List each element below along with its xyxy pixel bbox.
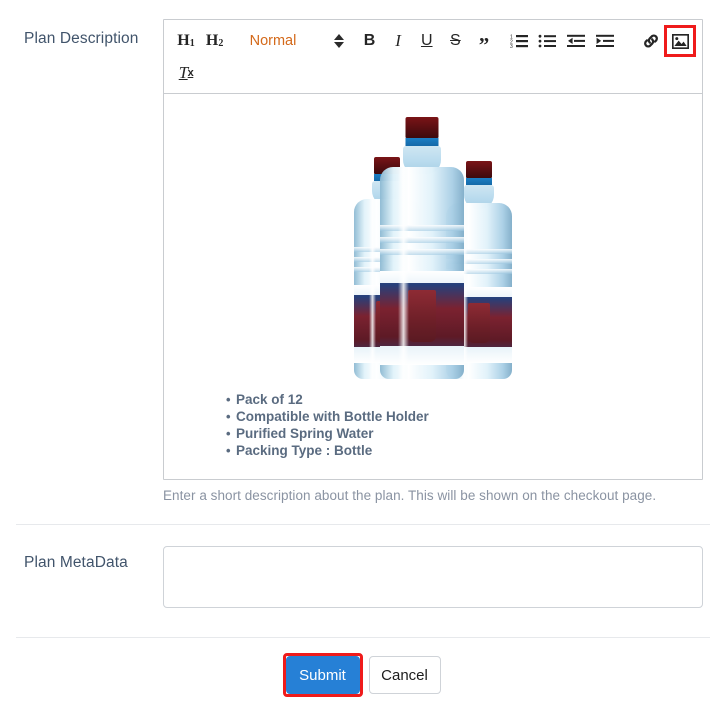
list-item: Packing Type : Bottle — [178, 442, 688, 459]
product-image — [178, 104, 688, 379]
heading1-button[interactable]: H1 — [173, 28, 199, 54]
description-bullet-list: Pack of 12 Compatible with Bottle Holder… — [178, 391, 688, 459]
section-divider — [16, 524, 710, 525]
plan-metadata-input[interactable] — [163, 546, 703, 608]
italic-button[interactable]: I — [385, 28, 411, 54]
cancel-button[interactable]: Cancel — [369, 656, 441, 694]
plan-description-row: Plan Description H1 H2 Normal — [0, 0, 726, 505]
editor-toolbar: H1 H2 Normal B I — [164, 20, 702, 94]
format-select-value: Normal — [250, 33, 297, 49]
plan-metadata-label-cell: Plan MetaData — [0, 538, 163, 573]
list-item: Compatible with Bottle Holder — [178, 408, 688, 425]
water-bottles-illustration — [354, 117, 512, 379]
heading2-button[interactable]: H2 — [202, 28, 228, 54]
plan-metadata-control-cell — [163, 538, 704, 613]
svg-text:3: 3 — [510, 44, 513, 49]
list-item: Purified Spring Water — [178, 425, 688, 442]
editor-toolbar-row-1: H1 H2 Normal B I — [173, 27, 693, 55]
plan-description-label-cell: Plan Description — [0, 0, 163, 49]
outdent-icon[interactable] — [563, 28, 589, 54]
strikethrough-button[interactable]: S — [442, 28, 468, 54]
section-divider — [16, 637, 710, 638]
clear-format-label: T — [179, 63, 188, 83]
rich-text-editor[interactable]: H1 H2 Normal B I — [163, 19, 703, 480]
bullet-list-icon[interactable] — [534, 28, 560, 54]
form-actions: Submit Cancel — [0, 656, 726, 694]
heading1-label: H — [177, 32, 189, 50]
heading2-label: H — [206, 32, 218, 50]
heading2-sub: 2 — [218, 38, 223, 49]
link-icon[interactable] — [638, 28, 664, 54]
underline-button[interactable]: U — [414, 28, 440, 54]
blockquote-button[interactable]: ” — [471, 28, 497, 54]
submit-button[interactable]: Submit — [286, 656, 360, 694]
plan-description-help-text: Enter a short description about the plan… — [163, 487, 704, 505]
plan-description-label: Plan Description — [24, 26, 163, 49]
bold-button[interactable]: B — [357, 28, 383, 54]
image-icon[interactable] — [667, 28, 693, 54]
bottle-center — [380, 117, 464, 379]
clear-format-x: x — [188, 67, 194, 79]
plan-description-control-cell: H1 H2 Normal B I — [163, 0, 704, 505]
list-item: Pack of 12 — [178, 391, 688, 408]
clear-format-icon[interactable]: Tx — [173, 60, 199, 86]
editor-toolbar-row-2: Tx — [173, 59, 693, 87]
indent-icon[interactable] — [592, 28, 618, 54]
submit-button-highlight: Submit — [286, 656, 360, 694]
format-select[interactable]: Normal — [250, 33, 345, 49]
plan-metadata-label: Plan MetaData — [24, 550, 163, 573]
ordered-list-icon[interactable]: 1 2 3 — [506, 28, 532, 54]
plan-form-page: Plan Description H1 H2 Normal — [0, 0, 726, 716]
plan-metadata-row: Plan MetaData — [0, 538, 726, 613]
editor-content-area[interactable]: Pack of 12 Compatible with Bottle Holder… — [164, 94, 702, 479]
heading1-sub: 1 — [190, 38, 195, 49]
updown-chevron-icon — [334, 34, 344, 48]
